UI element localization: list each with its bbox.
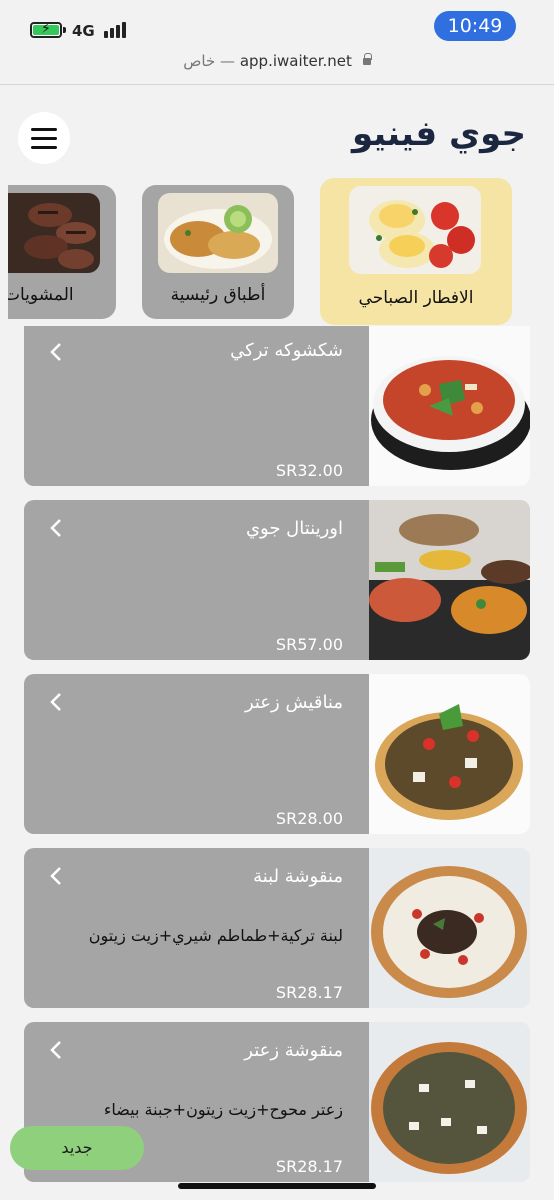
item-name: منقوشة لبنة <box>253 866 343 887</box>
hamburger-icon <box>31 128 57 131</box>
breakfast-image <box>349 186 481 274</box>
item-info: شكشوكه تركي SR32.00 <box>24 326 369 486</box>
category-main-dishes[interactable]: أطباق رئيسية <box>142 185 294 319</box>
item-info: منقوشة لبنة لبنة تركية+طماطم شيري+زيت زي… <box>24 848 369 1008</box>
lock-icon <box>362 53 372 65</box>
item-price: SR28.00 <box>275 809 343 828</box>
menu-item[interactable]: مناقيش زعتر SR28.00 <box>24 674 530 834</box>
grill-image <box>8 193 100 273</box>
item-price: SR57.00 <box>275 635 343 654</box>
item-name: مناقيش زعتر <box>244 692 343 713</box>
signal-icon <box>104 22 130 38</box>
url-text: app.iwaiter.net <box>239 52 352 70</box>
status-time: 10:49 <box>434 11 516 41</box>
chevron-left-icon[interactable] <box>48 518 64 538</box>
new-button[interactable]: جديد <box>10 1126 144 1170</box>
item-info: مناقيش زعتر SR28.00 <box>24 674 369 834</box>
menu-item[interactable]: شكشوكه تركي SR32.00 <box>24 326 530 486</box>
main-dish-image <box>158 193 278 273</box>
item-price: SR28.17 <box>275 1157 343 1176</box>
item-price: SR28.17 <box>275 983 343 1002</box>
category-label: المشويات <box>8 285 74 305</box>
item-photo <box>369 500 530 660</box>
item-photo <box>369 674 530 834</box>
page-title: جوي فينيو <box>351 114 526 154</box>
chevron-left-icon[interactable] <box>48 1040 64 1060</box>
item-photo <box>369 326 530 486</box>
category-grills[interactable]: المشويات <box>8 185 116 319</box>
item-photo <box>369 848 530 1008</box>
item-description: زعتر محوح+زيت زيتون+جبنة بيضاء <box>103 1100 343 1119</box>
item-name: اورينتال جوي <box>245 518 343 539</box>
network-type: 4G <box>72 22 95 40</box>
item-name: شكشوكه تركي <box>230 340 343 361</box>
category-label: أطباق رئيسية <box>170 285 266 305</box>
item-price: SR32.00 <box>275 461 343 480</box>
status-bar: ⚡ 4G 10:49 <box>0 0 554 52</box>
chevron-left-icon[interactable] <box>48 692 64 712</box>
category-strip[interactable]: الافطار الصباحي أطباق رئيسية المشويات <box>8 178 554 328</box>
privacy-label: خاص <box>183 52 216 70</box>
menu-item[interactable]: اورينتال جوي SR57.00 <box>24 500 530 660</box>
menu-item[interactable]: منقوشة لبنة لبنة تركية+طماطم شيري+زيت زي… <box>24 848 530 1008</box>
item-info: اورينتال جوي SR57.00 <box>24 500 369 660</box>
category-breakfast[interactable]: الافطار الصباحي <box>320 178 512 325</box>
item-description: لبنة تركية+طماطم شيري+زيت زيتون <box>88 926 343 945</box>
item-photo <box>369 1022 530 1182</box>
url-bar[interactable]: خاص — app.iwaiter.net <box>0 52 554 84</box>
battery-icon: ⚡ <box>30 21 62 38</box>
item-name: منقوشة زعتر <box>244 1040 343 1061</box>
menu-button[interactable] <box>18 112 70 164</box>
home-indicator <box>178 1183 376 1189</box>
divider <box>0 84 554 85</box>
chevron-left-icon[interactable] <box>48 866 64 886</box>
chevron-left-icon[interactable] <box>48 342 64 362</box>
category-label: الافطار الصباحي <box>358 288 474 308</box>
